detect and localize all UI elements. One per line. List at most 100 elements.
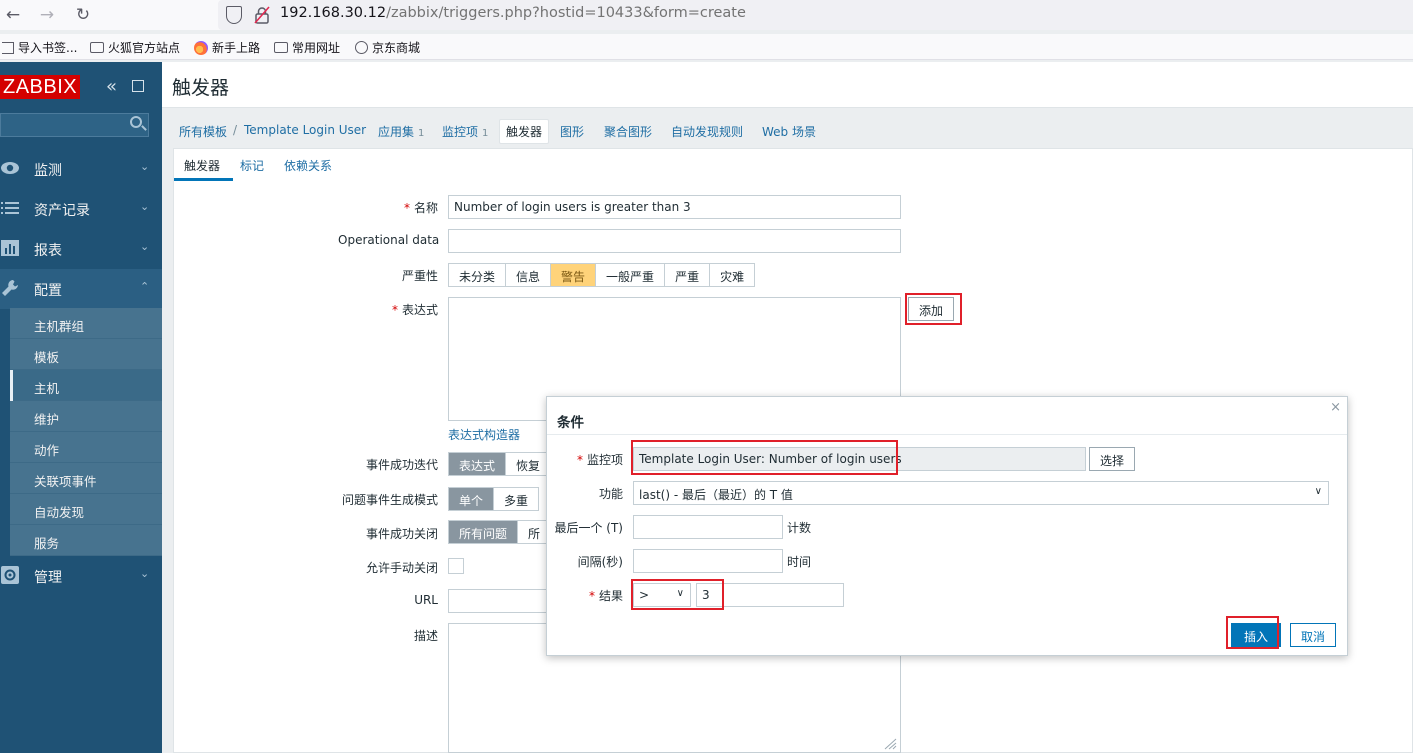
active-tab-indicator [174, 178, 233, 181]
insecure-lock-icon[interactable] [254, 6, 270, 24]
kiosk-mode-icon[interactable] [132, 80, 144, 92]
url-path: /zabbix/triggers.php?hostid=10433&form=c… [386, 5, 746, 21]
chevron-up-icon: ⌃ [140, 280, 150, 293]
crumb-graphs[interactable]: 图形 [560, 123, 584, 140]
result-label: * 结果 [588, 589, 623, 603]
severity-disaster[interactable]: 灾难 [710, 264, 755, 286]
interval-suffix: 时间 [787, 555, 812, 569]
expression-constructor-link[interactable]: 表达式构造器 [448, 426, 520, 443]
crumb-applications[interactable]: 应用集 1 [378, 123, 424, 140]
menu-reports[interactable]: 报表 ⌄ [0, 229, 162, 269]
last-count-suffix: 计数 [787, 521, 812, 535]
configuration-submenu: 主机群组 模板 主机 维护 动作 关联项事件 自动发现 服务 [10, 308, 162, 556]
submenu-templates[interactable]: 模板 [10, 339, 162, 370]
bookmark-import[interactable]: 导入书签... [2, 39, 77, 56]
globe-icon [355, 41, 368, 54]
operational-data-input[interactable] [448, 229, 901, 253]
severity-high[interactable]: 严重 [665, 264, 711, 286]
submenu-event-correlation[interactable]: 关联项事件 [10, 463, 162, 494]
ok-event-expression[interactable]: 表达式 [449, 453, 507, 475]
breadcrumb: 所有模板 / Template Login User 应用集 1 监控项 1 触发器… [162, 108, 1413, 148]
forward-icon[interactable]: → [36, 4, 58, 26]
menu-configuration[interactable]: 配置 ⌃ [0, 269, 162, 309]
gear-icon [0, 565, 22, 585]
resize-handle-icon[interactable] [883, 738, 897, 750]
tab-dependencies[interactable]: 依赖关系 [284, 157, 332, 174]
menu-inventory[interactable]: 资产记录 ⌄ [0, 189, 162, 229]
description-label: 描述 [413, 629, 438, 643]
highlight-add-button [905, 293, 962, 325]
submenu-hosts[interactable]: 主机 [10, 370, 162, 401]
ok-event-generation-label: 事件成功迭代 [365, 458, 438, 472]
crumb-items[interactable]: 监控项 1 [442, 123, 488, 140]
url-text[interactable]: 192.168.30.12/zabbix/triggers.php?hostid… [280, 5, 746, 21]
url-label: URL [414, 593, 438, 607]
menu-monitoring[interactable]: 监测 ⌄ [0, 149, 162, 189]
ok-event-recovery[interactable]: 恢复 [506, 453, 551, 475]
cancel-button[interactable]: 取消 [1290, 623, 1337, 647]
bookmark-common-sites[interactable]: 常用网址 [274, 39, 340, 56]
page-title: 触发器 [172, 77, 230, 99]
ok-close-all-problems[interactable]: 所有问题 [449, 521, 519, 543]
severity-warning[interactable]: 警告 [551, 264, 597, 286]
zabbix-logo[interactable]: ZABBIX [0, 75, 81, 99]
submenu-host-groups[interactable]: 主机群组 [10, 308, 162, 339]
reload-icon[interactable]: ↻ [72, 4, 94, 26]
last-count-input[interactable] [633, 515, 783, 539]
submenu-maintenance[interactable]: 维护 [10, 401, 162, 432]
interval-input[interactable] [633, 549, 783, 573]
back-icon[interactable]: ← [2, 4, 24, 26]
crumb-screens[interactable]: 聚合图形 [604, 123, 652, 140]
bookmark-firefox-official[interactable]: 火狐官方站点 [90, 39, 180, 56]
import-icon [2, 41, 14, 54]
chevron-down-icon: ⌄ [140, 567, 150, 580]
tab-trigger[interactable]: 触发器 [184, 157, 220, 174]
crumb-triggers[interactable]: 触发器 [499, 119, 550, 144]
select-item-button[interactable]: 选择 [1089, 447, 1136, 471]
highlight-item-input [631, 440, 898, 475]
crumb-web-scenarios[interactable]: Web 场景 [762, 123, 816, 140]
severity-selector: 未分类 信息 警告 一般严重 严重 灾难 [448, 263, 756, 287]
menu-administration[interactable]: 管理 ⌄ [0, 556, 162, 596]
allow-manual-close-checkbox[interactable] [448, 558, 464, 574]
problem-mode-multiple[interactable]: 多重 [494, 488, 539, 510]
last-count-label: 最后一个 (T) [554, 521, 623, 535]
bookmark-jd[interactable]: 京东商城 [355, 39, 420, 56]
tab-tags[interactable]: 标记 [240, 157, 264, 174]
chevron-down-icon: ⌄ [140, 240, 150, 253]
severity-not-classified[interactable]: 未分类 [449, 264, 507, 286]
close-icon[interactable]: × [1330, 400, 1341, 415]
name-input[interactable]: Number of login users is greater than 3 [448, 195, 901, 219]
url-host: 192.168.30.12 [280, 5, 387, 21]
bookmarks-bar: 导入书签... 火狐官方站点 新手上路 常用网址 京东商城 [0, 34, 1413, 60]
severity-label: 严重性 [401, 269, 438, 283]
operational-data-label: Operational data [338, 233, 440, 247]
url-bar[interactable]: 192.168.30.12/zabbix/triggers.php?hostid… [218, 0, 1413, 30]
crumb-all-templates[interactable]: 所有模板 [179, 123, 227, 140]
sidebar-search-input[interactable] [0, 113, 149, 137]
ok-event-closes-label: 事件成功关闭 [365, 527, 438, 541]
highlight-result [631, 579, 724, 610]
severity-information[interactable]: 信息 [506, 264, 552, 286]
crumb-template[interactable]: Template Login User [244, 123, 366, 137]
ok-event-generation-selector: 表达式 恢复 [448, 452, 552, 476]
chevron-down-icon: ⌄ [140, 200, 150, 213]
ok-event-closes-selector: 所有问题 所 [448, 520, 552, 544]
expression-label: * 表达式 [391, 303, 438, 317]
function-select[interactable]: last() - 最后（最近）的 T 值 ∨ [633, 481, 1329, 505]
submenu-discovery[interactable]: 自动发现 [10, 494, 162, 525]
submenu-services[interactable]: 服务 [10, 525, 162, 556]
highlight-insert-button [1226, 616, 1279, 649]
bookmark-getting-started[interactable]: 新手上路 [194, 39, 260, 56]
severity-average[interactable]: 一般严重 [596, 264, 666, 286]
submenu-actions[interactable]: 动作 [10, 432, 162, 463]
folder-icon [274, 42, 288, 53]
function-label: 功能 [598, 487, 623, 501]
search-icon[interactable] [130, 116, 142, 128]
problem-mode-single[interactable]: 单个 [449, 488, 495, 510]
collapse-sidebar-icon[interactable]: « [106, 76, 117, 97]
firefox-icon [194, 40, 208, 55]
allow-manual-close-label: 允许手动关闭 [365, 561, 438, 575]
crumb-discovery-rules[interactable]: 自动发现规则 [671, 123, 743, 140]
shield-icon[interactable] [226, 6, 242, 24]
